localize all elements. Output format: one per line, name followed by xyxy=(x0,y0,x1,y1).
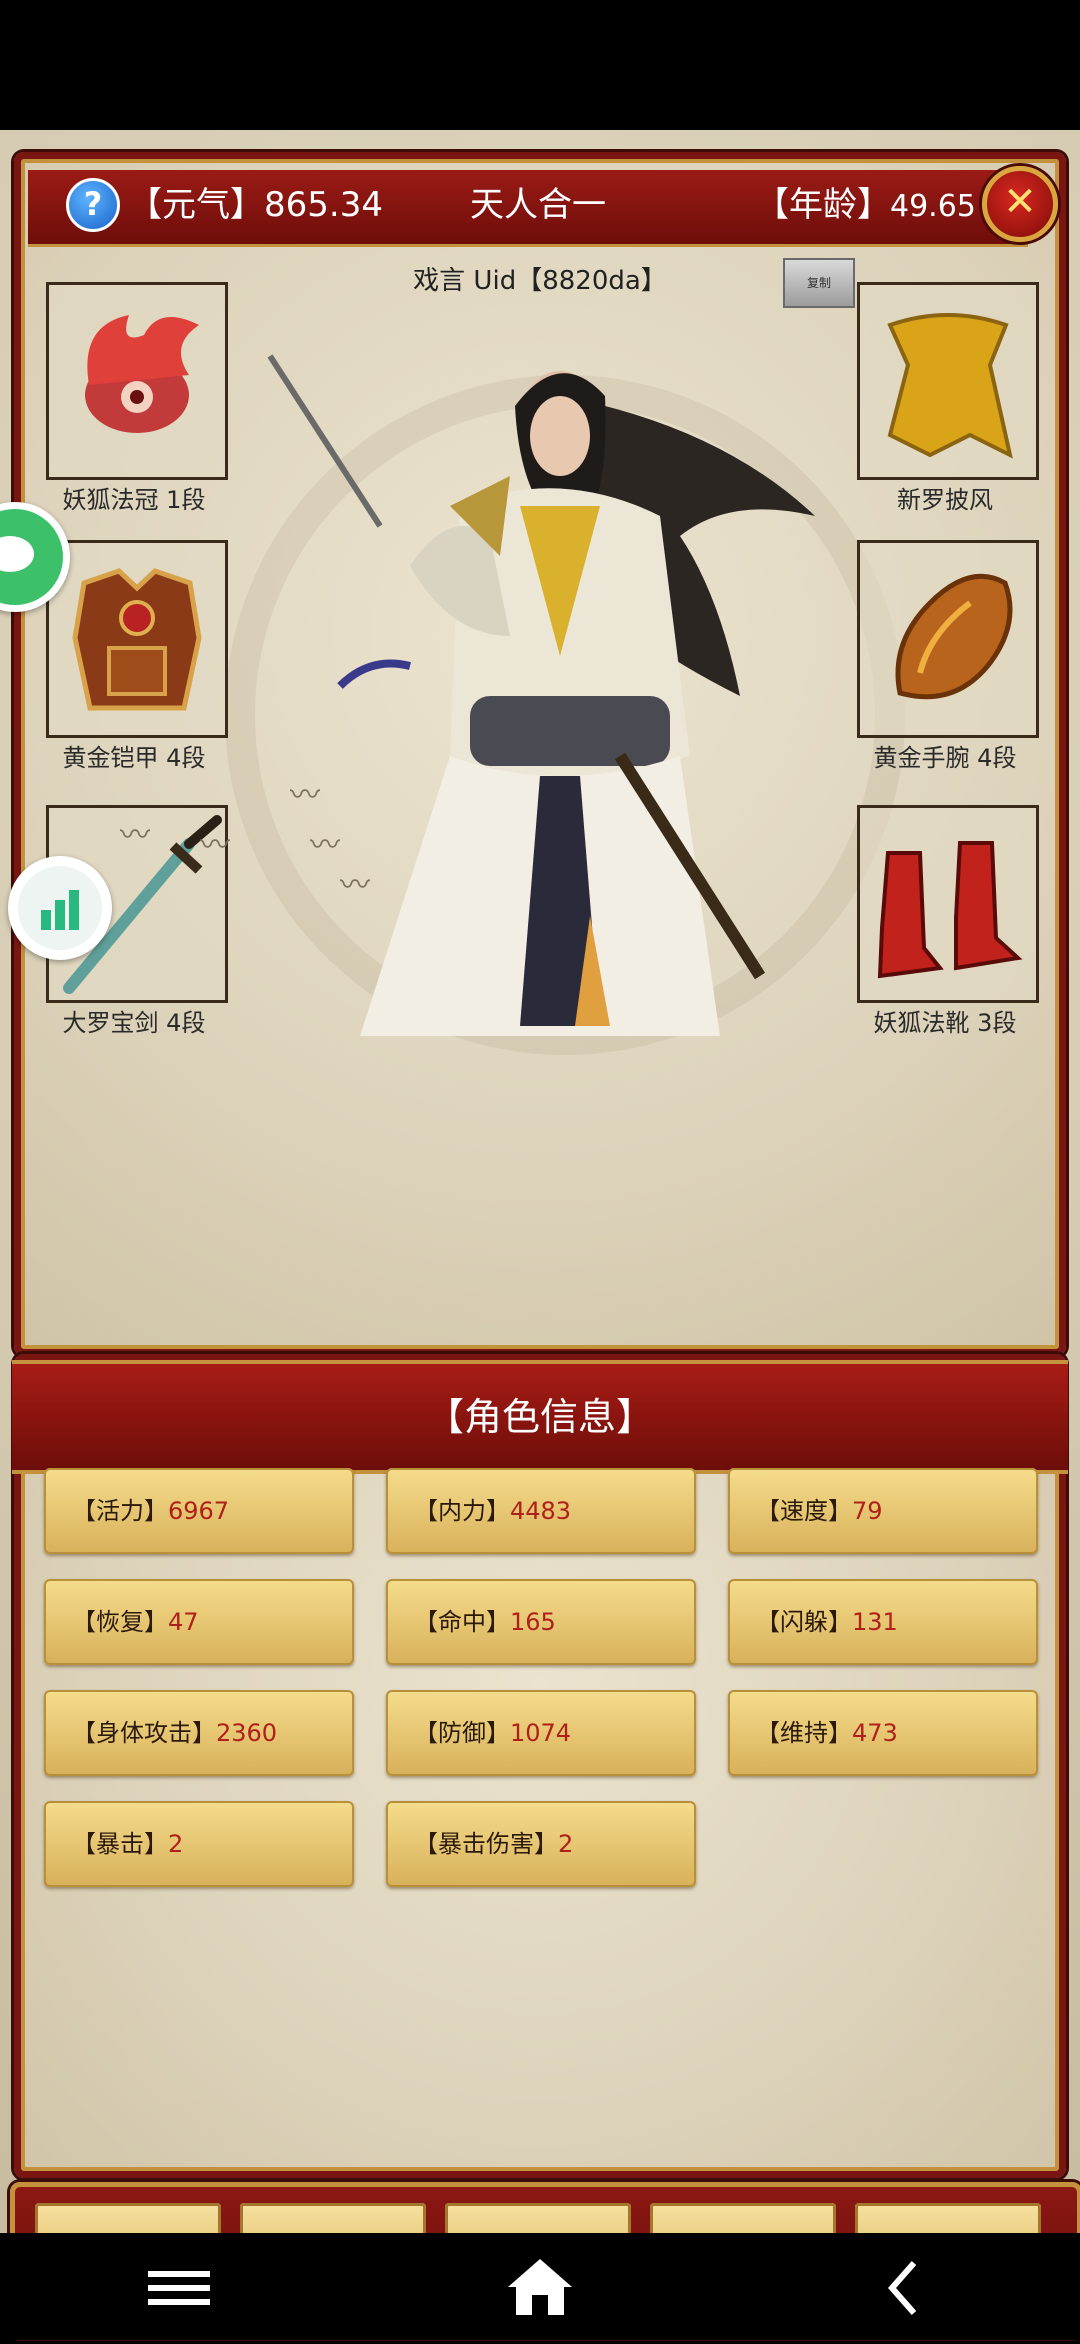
bird-decoration: 〰 xyxy=(290,778,320,813)
stat-label: 【暴击伤害】 xyxy=(414,1830,558,1858)
equip-label-armor: 黄金铠甲 4段 xyxy=(62,744,206,772)
stat-text: 【命中】165 xyxy=(414,1579,556,1665)
player-uid: 戏言 Uid【8820da】 xyxy=(413,266,667,296)
stat-box: 【闪躲】131 xyxy=(728,1579,1038,1665)
stat-label: 【防御】 xyxy=(414,1719,510,1747)
help-icon[interactable]: ? xyxy=(66,178,120,232)
info-header: 【角色信息】 xyxy=(12,1360,1068,1474)
character-portrait xyxy=(267,354,815,1036)
stat-box: 【活力】6967 xyxy=(44,1468,354,1554)
stat-text: 【速度】79 xyxy=(756,1468,883,1554)
back-icon[interactable] xyxy=(888,2261,917,2315)
system-nav-bar xyxy=(0,2233,1080,2340)
stat-value: 4483 xyxy=(510,1497,572,1525)
stat-value: 165 xyxy=(510,1608,556,1636)
stat-label: 【内力】 xyxy=(414,1497,510,1525)
stat-label: 【维持】 xyxy=(756,1719,852,1747)
armor-icon xyxy=(72,568,202,711)
game-area: ? 【元气】865.34 天人合一 【年龄】 49.65 ✕ 戏言 Uid【88… xyxy=(0,130,1080,2338)
stats-float-button[interactable] xyxy=(8,856,112,960)
stat-text: 【暴击】2 xyxy=(72,1801,183,1887)
stat-box: 【暴击伤害】2 xyxy=(386,1801,696,1887)
equip-slot-armor[interactable] xyxy=(46,540,228,738)
stat-text: 【闪躲】131 xyxy=(756,1579,898,1665)
stat-box: 【防御】1074 xyxy=(386,1690,696,1776)
age-label: 【年龄】 xyxy=(755,185,891,225)
stat-value: 6967 xyxy=(168,1497,230,1525)
stat-value: 47 xyxy=(168,1608,199,1636)
yuanqi-value: 【元气】865.34 xyxy=(128,185,383,225)
equip-slot-bracer[interactable] xyxy=(857,540,1039,738)
stat-box: 【暴击】2 xyxy=(44,1801,354,1887)
stat-value: 2 xyxy=(168,1830,184,1858)
stat-text: 【防御】1074 xyxy=(414,1690,571,1776)
stat-box: 【维持】473 xyxy=(728,1690,1038,1776)
stat-box: 【身体攻击】2360 xyxy=(44,1690,354,1776)
equip-slot-crown[interactable] xyxy=(46,282,228,480)
crown-icon xyxy=(85,315,199,433)
stat-label: 【命中】 xyxy=(414,1608,510,1636)
equip-label-sword: 大罗宝剑 4段 xyxy=(62,1009,206,1037)
stat-box: 【恢复】47 xyxy=(44,1579,354,1665)
equip-label-boots: 妖狐法靴 3段 xyxy=(873,1009,1017,1037)
stat-box: 【速度】79 xyxy=(728,1468,1038,1554)
stat-value: 79 xyxy=(852,1497,883,1525)
chat-icon xyxy=(0,509,63,605)
stat-value: 1074 xyxy=(510,1719,572,1747)
equip-slot-cape[interactable] xyxy=(857,282,1039,480)
age-value: 49.65 xyxy=(890,189,976,224)
bracer-icon xyxy=(895,573,1013,700)
stat-label: 【活力】 xyxy=(72,1497,168,1525)
boots-icon xyxy=(877,841,1023,979)
stat-box: 【内力】4483 xyxy=(386,1468,696,1554)
stat-label: 【闪躲】 xyxy=(756,1608,852,1636)
stat-label: 【身体攻击】 xyxy=(72,1719,216,1747)
stat-value: 131 xyxy=(852,1608,898,1636)
cape-icon xyxy=(887,313,1013,459)
bird-decoration: 〰 xyxy=(310,828,340,863)
stat-value: 2360 xyxy=(216,1719,278,1747)
stat-text: 【内力】4483 xyxy=(414,1468,571,1554)
stat-value: 473 xyxy=(852,1719,898,1747)
home-icon[interactable] xyxy=(508,2259,572,2315)
bird-decoration: 〰 xyxy=(340,868,370,903)
stat-value: 2 xyxy=(558,1830,574,1858)
equip-slot-boots[interactable] xyxy=(857,805,1039,1003)
stat-label: 【暴击】 xyxy=(72,1830,168,1858)
equip-label-cape: 新罗披风 xyxy=(897,486,993,514)
info-title: 【角色信息】 xyxy=(425,1395,654,1439)
menu-icon[interactable] xyxy=(148,2271,210,2305)
signal-bars-icon xyxy=(18,866,102,950)
bird-decoration: 〰 xyxy=(200,828,230,863)
stat-text: 【维持】473 xyxy=(756,1690,898,1776)
stat-label: 【恢复】 xyxy=(72,1608,168,1636)
chat-float-button[interactable] xyxy=(0,502,70,612)
stat-text: 【活力】6967 xyxy=(72,1468,229,1554)
stat-text: 【身体攻击】2360 xyxy=(72,1690,277,1776)
bird-decoration: 〰 xyxy=(120,818,150,853)
status-bar xyxy=(0,0,1080,130)
stat-box: 【命中】165 xyxy=(386,1579,696,1665)
stat-text: 【恢复】47 xyxy=(72,1579,199,1665)
stat-label: 【速度】 xyxy=(756,1497,852,1525)
close-button[interactable]: ✕ xyxy=(982,166,1058,242)
copy-uid-button[interactable]: 复制 xyxy=(783,258,855,308)
page-title: 天人合一 xyxy=(470,185,606,225)
equip-label-bracer: 黄金手腕 4段 xyxy=(873,744,1017,772)
stat-text: 【暴击伤害】2 xyxy=(414,1801,573,1887)
